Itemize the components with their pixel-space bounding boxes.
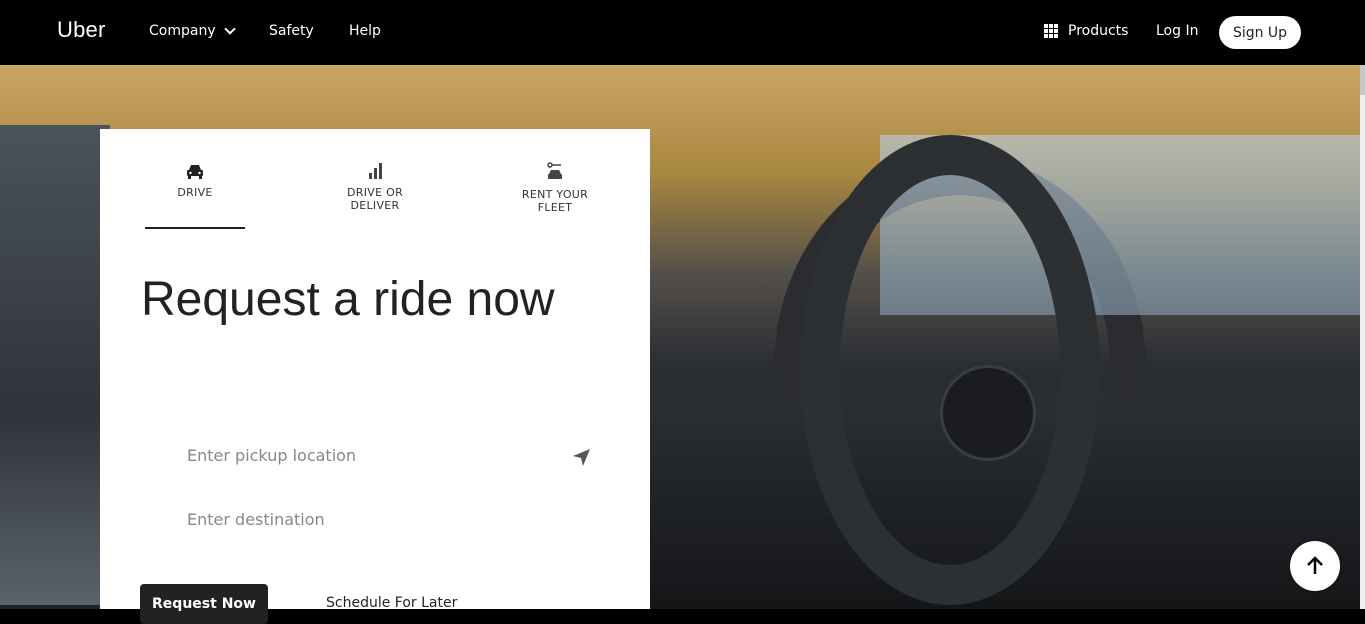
pickup-input[interactable]: Enter pickup location <box>187 446 557 465</box>
nav-safety[interactable]: Safety <box>269 23 314 39</box>
tab-drive-or-deliver-label: DRIVE OR DELIVER <box>346 186 404 212</box>
page-title: Request a ride now <box>141 273 555 326</box>
top-navbar: Uber Company Safety Help Products Log In… <box>0 0 1365 65</box>
nav-company[interactable]: Company <box>149 23 236 39</box>
login-link[interactable]: Log In <box>1156 23 1198 39</box>
login-label: Log In <box>1156 23 1199 39</box>
steering-wheel <box>800 135 1100 605</box>
grid-icon <box>1044 24 1058 38</box>
chevron-down-icon <box>223 23 236 35</box>
nav-help-label: Help <box>349 23 381 39</box>
scroll-to-top-button[interactable] <box>1290 541 1340 591</box>
active-tab-indicator <box>145 227 245 229</box>
uber-logo[interactable]: Uber <box>57 17 106 43</box>
tab-drive-label: DRIVE <box>177 186 213 199</box>
signup-button[interactable]: Sign Up <box>1219 16 1301 49</box>
signup-label: Sign Up <box>1232 24 1288 41</box>
products-label: Products <box>1068 23 1129 39</box>
ride-request-card: DRIVE DRIVE OR DELIVER RENT YOUR FLEET R… <box>100 129 650 624</box>
request-now-label: Request Now <box>152 596 256 612</box>
tab-rent-your-fleet[interactable]: RENT YOUR FLEET <box>505 162 605 214</box>
products-menu[interactable]: Products <box>1044 23 1128 39</box>
scrollbar[interactable] <box>1360 65 1365 609</box>
nav-help[interactable]: Help <box>349 23 381 39</box>
fleet-icon <box>547 162 562 179</box>
hero-left-car <box>0 125 110 605</box>
steering-hub <box>940 365 1036 461</box>
scrollbar-thumb[interactable] <box>1360 65 1365 95</box>
request-now-button[interactable]: Request Now <box>140 584 268 624</box>
location-arrow-icon[interactable] <box>570 447 592 469</box>
destination-input[interactable]: Enter destination <box>187 510 557 529</box>
car-icon <box>187 165 203 179</box>
tab-drive-or-deliver[interactable]: DRIVE OR DELIVER <box>325 162 425 212</box>
arrow-up-icon <box>1307 556 1323 574</box>
bar-chart-icon <box>369 163 382 179</box>
nav-company-label: Company <box>149 23 216 39</box>
nav-safety-label: Safety <box>269 23 314 39</box>
tab-rent-your-fleet-label: RENT YOUR FLEET <box>521 188 589 214</box>
tab-drive[interactable]: DRIVE <box>145 162 245 199</box>
